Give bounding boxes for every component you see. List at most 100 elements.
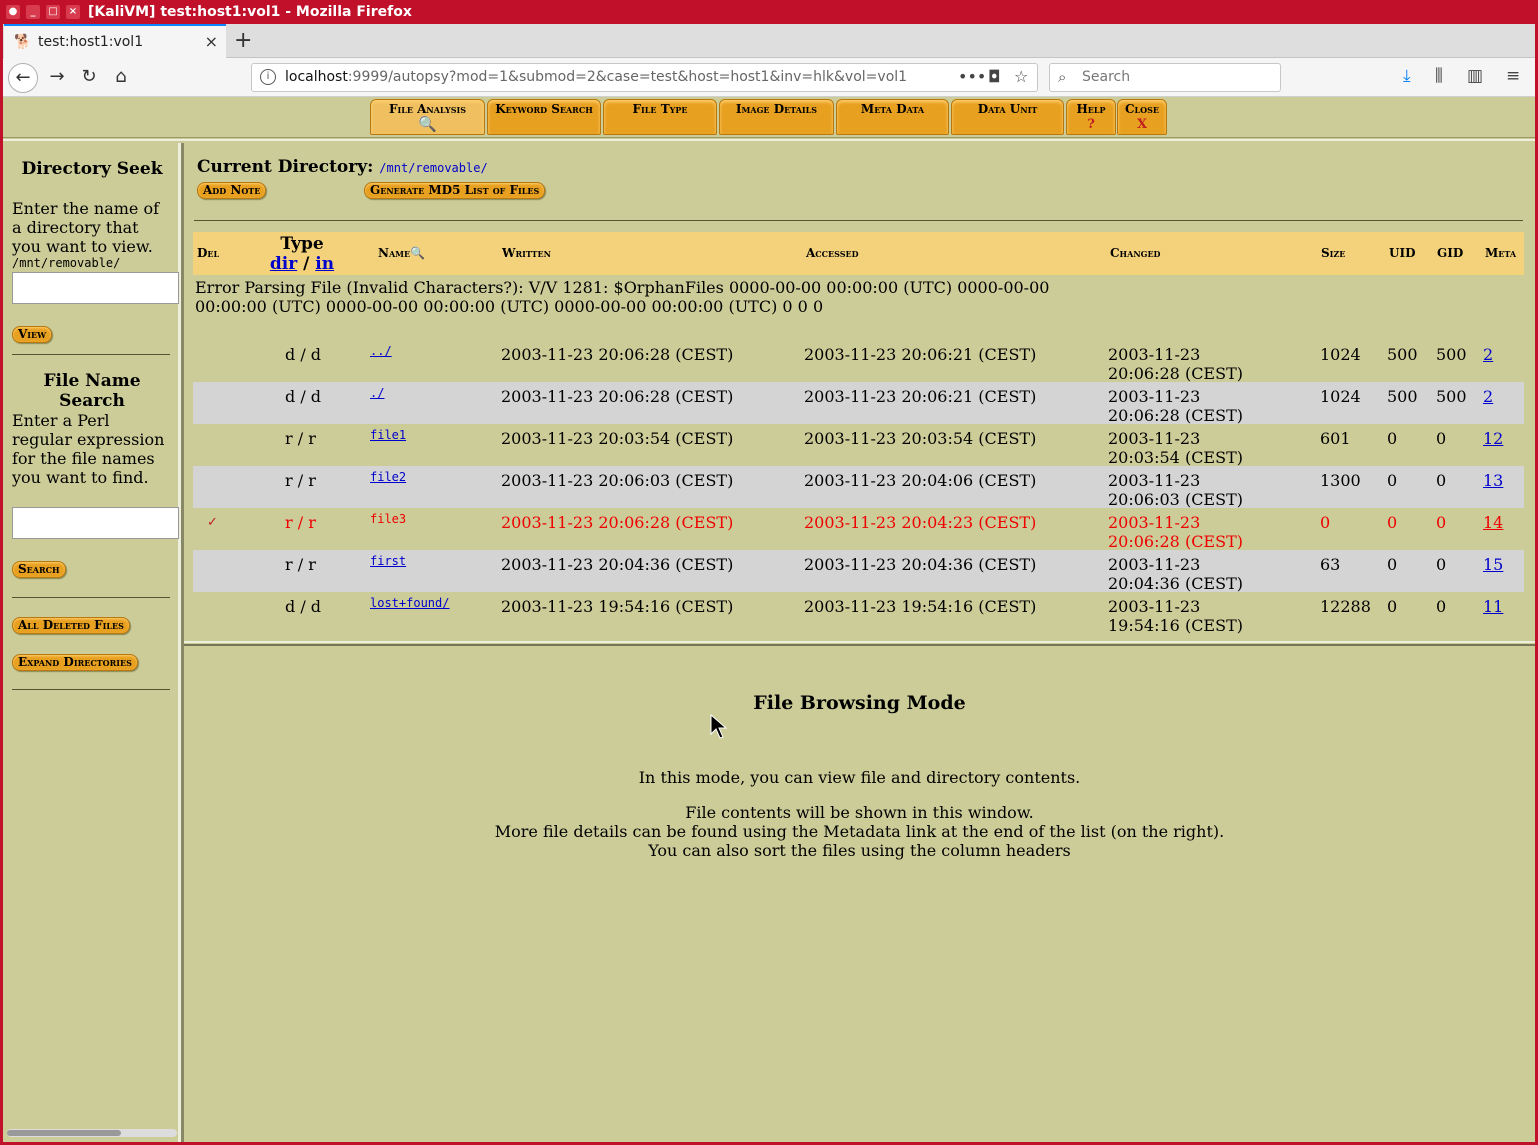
url-bar[interactable]: i localhost:9999/autopsy?mod=1&submod=2&… [251, 63, 1038, 92]
col-name[interactable]: Name🔍 [378, 246, 425, 260]
sidebar-horizontal-scrollbar[interactable] [7, 1129, 177, 1137]
reload-icon[interactable]: ↻ [74, 63, 104, 93]
url-text[interactable]: localhost:9999/autopsy?mod=1&submod=2&ca… [285, 69, 907, 85]
all-deleted-files-button[interactable]: All Deleted Files [12, 617, 130, 634]
directory-listing-frame: Current Directory: /mnt/removable/ Add N… [184, 143, 1535, 643]
directory-seek-path: /mnt/removable/ [12, 256, 121, 270]
col-changed[interactable]: Changed [1110, 246, 1161, 260]
cell-meta[interactable]: 11 [1483, 597, 1503, 616]
cell-gid: 0 [1436, 429, 1447, 448]
col-size[interactable]: Size [1321, 246, 1345, 260]
autopsy-menu-bar: File Analysis 🔍 Keyword Search File Type… [3, 97, 1535, 141]
maximize-icon[interactable]: □ [46, 5, 60, 19]
tab-file-analysis[interactable]: File Analysis 🔍 [370, 99, 485, 135]
close-x-icon: X [1136, 117, 1148, 132]
cell-name[interactable]: ./ [370, 384, 384, 403]
file-content-frame: File Browsing Mode In this mode, you can… [184, 646, 1535, 1142]
expand-directories-button[interactable]: Expand Directories [12, 654, 138, 671]
help-question-icon: ? [1087, 117, 1095, 132]
cell-name[interactable]: file3 [370, 510, 406, 529]
view-button[interactable]: View [12, 326, 53, 343]
cell-written: 2003-11-23 20:03:54 (CEST) [501, 429, 734, 448]
cell-changed: 2003-11-23 20:06:28 (CEST) [1108, 345, 1243, 383]
tab-data-unit[interactable]: Data Unit [951, 99, 1064, 135]
table-row: r / r file2 2003-11-23 20:06:03 (CEST) 2003… [193, 466, 1524, 509]
table-row: d / d lost+found/2003-11-23 19:54:16 (CES… [193, 592, 1524, 635]
content-line-3: More file details can be found using the… [494, 822, 1225, 841]
cell-changed: 2003-11-23 20:06:28 (CEST) [1108, 387, 1243, 425]
page-actions-icon[interactable]: ••• [958, 67, 986, 86]
cell-name[interactable]: file1 [370, 426, 406, 445]
tab-image-details[interactable]: Image Details [719, 99, 834, 135]
minimize-icon[interactable]: _ [26, 5, 40, 19]
col-del[interactable]: Del [197, 246, 219, 260]
cell-written: 2003-11-23 20:06:28 (CEST) [501, 387, 734, 406]
tab-meta-data[interactable]: Meta Data [836, 99, 949, 135]
table-row: r / r first 2003-11-23 20:04:36 (CEST) 2003… [193, 550, 1524, 593]
content-line-4: You can also sort the files using the co… [648, 841, 1071, 860]
site-info-icon[interactable]: i [260, 69, 276, 85]
search-button[interactable]: Search [12, 561, 66, 578]
col-meta[interactable]: Meta [1485, 246, 1516, 260]
col-gid[interactable]: GID [1437, 246, 1463, 260]
browser-search-bar[interactable]: ⌕ Search [1049, 63, 1281, 92]
cell-size: 0 [1320, 513, 1331, 532]
type-in-link[interactable]: in [315, 254, 334, 274]
new-tab-icon[interactable]: + [234, 28, 252, 53]
directory-input[interactable] [12, 272, 179, 304]
cell-written: 2003-11-23 20:06:28 (CEST) [501, 345, 734, 364]
col-written[interactable]: Written [502, 246, 551, 260]
cell-meta[interactable]: 2 [1483, 345, 1493, 364]
back-arrow-icon[interactable]: ← [8, 63, 38, 93]
cell-uid: 0 [1387, 471, 1398, 490]
file-name-search-text: Enter a Perl regular expression for the … [12, 411, 165, 487]
forward-arrow-icon[interactable]: → [42, 63, 72, 93]
tab-file-analysis-label: File Analysis [388, 102, 467, 116]
cell-size: 12288 [1320, 597, 1371, 616]
tab-keyword-search[interactable]: Keyword Search [487, 99, 601, 135]
cell-name[interactable]: first [370, 552, 406, 571]
hamburger-menu-icon[interactable]: ≡ [1506, 66, 1520, 86]
current-directory-link[interactable]: /mnt/removable/ [379, 161, 487, 175]
close-window-icon[interactable]: × [66, 5, 80, 19]
window-menu-icon[interactable]: ● [6, 5, 20, 19]
navigation-toolbar: ← → ↻ ⌂ i localhost:9999/autopsy?mod=1&s… [0, 58, 1538, 97]
directory-seek-title: Directory Seek [21, 159, 163, 179]
sidebar-toggle-icon[interactable]: ▥ [1467, 66, 1483, 86]
pocket-icon[interactable]: ◘ [988, 67, 1001, 86]
type-dir-link[interactable]: dir [270, 254, 297, 274]
cell-meta[interactable]: 14 [1483, 513, 1503, 532]
tab-file-type[interactable]: File Type [603, 99, 717, 135]
magnifier-icon: 🔍 [418, 115, 437, 133]
cell-uid: 0 [1387, 513, 1398, 532]
tab-close-label: Close [1124, 102, 1160, 116]
home-icon[interactable]: ⌂ [106, 63, 136, 93]
tab-close-icon[interactable]: × [205, 32, 218, 51]
cell-name[interactable]: lost+found/ [370, 594, 449, 613]
cell-meta[interactable]: 2 [1483, 387, 1493, 406]
generate-md5-button[interactable]: Generate MD5 List of Files [364, 182, 546, 199]
search-icon: ⌕ [1058, 68, 1067, 86]
cell-gid: 0 [1436, 555, 1447, 574]
table-row: r / r file1 2003-11-23 20:03:54 (CEST) 2003… [193, 424, 1524, 467]
library-icon[interactable]: ⫼ [1435, 66, 1443, 86]
cell-meta[interactable]: 15 [1483, 555, 1503, 574]
col-uid[interactable]: UID [1389, 246, 1415, 260]
add-note-button[interactable]: Add Note [197, 182, 267, 199]
col-accessed[interactable]: Accessed [806, 246, 859, 260]
scrollbar-thumb[interactable] [7, 1130, 121, 1136]
file-name-search-title: File Name Search [43, 371, 141, 411]
cell-size: 601 [1320, 429, 1351, 448]
cell-gid: 0 [1436, 471, 1447, 490]
cell-meta[interactable]: 12 [1483, 429, 1503, 448]
bookmark-star-icon[interactable]: ☆ [1014, 67, 1028, 86]
cell-name[interactable]: file2 [370, 468, 406, 487]
tab-close[interactable]: Close X [1117, 99, 1167, 135]
tab-help[interactable]: Help ? [1066, 99, 1116, 135]
cell-name[interactable]: ../ [370, 342, 392, 361]
file-name-regex-input[interactable] [12, 507, 179, 539]
cell-meta[interactable]: 13 [1483, 471, 1503, 490]
cell-accessed: 2003-11-23 20:04:36 (CEST) [804, 555, 1037, 574]
browser-tab-active[interactable]: 🐕 test:host1:vol1 × [4, 24, 226, 58]
downloads-icon[interactable]: ⤓ [1403, 66, 1411, 86]
